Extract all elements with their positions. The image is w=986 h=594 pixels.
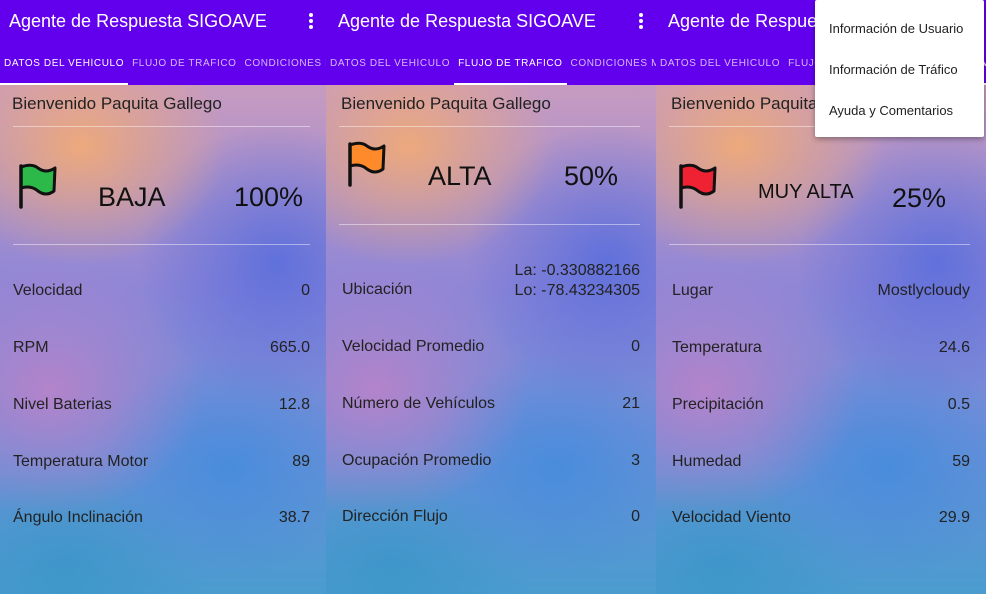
tab-traffic-flow[interactable]: FLUJO DE TRÁFICO (128, 42, 240, 85)
risk-percent: 100% (234, 182, 304, 212)
row-value: 3 (631, 452, 640, 469)
divider (339, 224, 640, 225)
tab-label: FLUJO DE TRÁFICO (132, 57, 237, 69)
data-row: Velocidad Viento 29.9 (672, 509, 970, 533)
risk-percent: 25% (892, 183, 947, 213)
flag-icon (19, 163, 57, 209)
row-value: 21 (622, 395, 640, 412)
row-label: Precipitación (672, 396, 764, 413)
row-value: 0 (631, 338, 640, 355)
row-label: Velocidad Viento (672, 509, 791, 526)
row-value: 29.9 (938, 509, 970, 526)
row-label: Ocupación Promedio (342, 452, 492, 469)
row-label: Temperatura Motor (13, 453, 149, 470)
row-label: Dirección Flujo (342, 508, 448, 525)
divider (669, 244, 970, 245)
data-row: Dirección Flujo 0 (342, 508, 640, 532)
latitude-value: La: -0.330882166 (514, 262, 640, 279)
tab-weather[interactable]: CONDICIONES METEREOLÓGI… (567, 42, 656, 85)
row-value: 0 (301, 282, 310, 299)
row-value: 59 (952, 453, 970, 470)
data-row: Humedad 59 (672, 453, 970, 477)
welcome-text: Bienvenido Paquita Gallego (341, 94, 551, 113)
data-row: Precipitación 0.5 (672, 396, 970, 420)
tab-label: FLUJO DE TRÁFICO (458, 57, 563, 69)
tab-label: CONDICIONES METEREOLÓGI… (570, 57, 656, 69)
flag-icon (348, 141, 386, 187)
menu-item-traffic-info[interactable]: Información de Tráfico (829, 62, 958, 77)
row-value: 12.8 (278, 396, 310, 413)
divider (13, 126, 310, 127)
flag-icon (679, 163, 717, 209)
vehicle-data-screen: Agente de Respuesta SIGOAVE DATOS DEL VE… (0, 0, 326, 594)
tab-label: CONDICIONES METEREOLÓGI… (244, 57, 326, 69)
longitude-value: Lo: -78.43234305 (514, 282, 640, 299)
menu-item-help-feedback[interactable]: Ayuda y Comentarios (829, 103, 953, 118)
data-row: Temperatura Motor 89 (13, 453, 310, 477)
divider (339, 126, 640, 127)
row-value: Mostlycloudy (877, 282, 970, 299)
coordinates: La: -0.330882166 Lo: -78.43234305 (515, 261, 640, 301)
traffic-flow-screen: Agente de Respuesta SIGOAVE DATOS DEL VE… (326, 0, 656, 594)
data-row: Lugar Mostlycloudy (672, 282, 970, 306)
data-row: Ocupación Promedio 3 (342, 452, 640, 476)
menu-item-user-info[interactable]: Información de Usuario (829, 21, 963, 36)
row-label: Número de Vehículos (342, 395, 495, 412)
row-value: 0 (631, 508, 640, 525)
row-label: Temperatura (672, 339, 762, 356)
content-area: Bienvenido Paquita Gallego MUY ALTA 25% … (656, 85, 986, 594)
tab-bar: DATOS DEL VEHÍCULO FLUJO DE TRÁFICO COND… (326, 42, 656, 85)
data-row: RPM 665.0 (13, 339, 310, 363)
data-row: Temperatura 24.6 (672, 339, 970, 363)
row-label: Lugar (672, 282, 713, 299)
row-value: 89 (292, 453, 310, 470)
more-options-icon[interactable] (634, 10, 648, 32)
content-area: Bienvenido Paquita Gallego ALTA 50% Ubic… (326, 85, 656, 594)
location-row: Ubicación La: -0.330882166 Lo: -78.43234… (342, 262, 640, 305)
data-row: Velocidad Promedio 0 (342, 338, 640, 362)
tab-traffic-flow[interactable]: FLUJO DE TRÁFICO (454, 42, 567, 85)
data-row: Velocidad 0 (13, 282, 310, 306)
app-bar: Agente de Respuesta SIGOAVE (0, 0, 326, 42)
risk-level: MUY ALTA (758, 181, 854, 203)
tab-vehicle-data[interactable]: DATOS DEL VEHÍCULO (326, 42, 454, 85)
row-value: 0.5 (947, 396, 970, 413)
data-row: Nivel Baterias 12.8 (13, 396, 310, 420)
row-label: RPM (13, 339, 49, 356)
data-row: Número de Vehículos 21 (342, 395, 640, 419)
more-options-icon[interactable] (304, 10, 318, 32)
welcome-text: Bienvenido Paquita Gallego (12, 94, 222, 113)
tab-label: DATOS DEL VEHÍCULO (330, 57, 451, 69)
content-area: Bienvenido Paquita Gallego BAJA 100% Vel… (0, 85, 326, 594)
row-label: Velocidad (13, 282, 83, 299)
app-title: Agente de Respuesta SIGOAVE (9, 11, 267, 31)
divider (13, 244, 310, 245)
tab-bar: DATOS DEL VEHÍCULO FLUJO DE TRÁFICO COND… (0, 42, 326, 85)
risk-level: ALTA (428, 161, 492, 191)
tab-label: DATOS DEL VEHÍCULO (4, 57, 125, 69)
risk-percent: 50% (564, 161, 619, 191)
tab-vehicle-data[interactable]: DATOS DEL VEHÍCULO (0, 42, 129, 85)
row-value: 24.6 (938, 339, 970, 356)
row-label: Ubicación (342, 281, 413, 298)
app-bar: Agente de Respuesta SIGOAVE (326, 0, 656, 42)
row-value: 38.7 (278, 509, 310, 526)
row-label: Humedad (672, 453, 742, 470)
tab-weather[interactable]: CONDICIONES METEREOLÓGI… (241, 42, 326, 85)
row-label: Velocidad Promedio (342, 338, 485, 355)
row-value: 665.0 (269, 339, 310, 356)
app-title: Agente de Respuesta SIGOAVE (338, 11, 596, 31)
row-label: Ángulo Inclinación (13, 509, 143, 526)
tab-label: DATOS DEL VEHÍCULO (660, 57, 781, 69)
overflow-menu: Información de Usuario Información de Tr… (815, 0, 984, 137)
tab-vehicle-data[interactable]: DATOS DEL VEHÍCULO (656, 42, 784, 85)
row-label: Nivel Baterias (13, 396, 112, 413)
data-row: Ángulo Inclinación 38.7 (13, 509, 310, 533)
risk-level: BAJA (98, 182, 166, 212)
